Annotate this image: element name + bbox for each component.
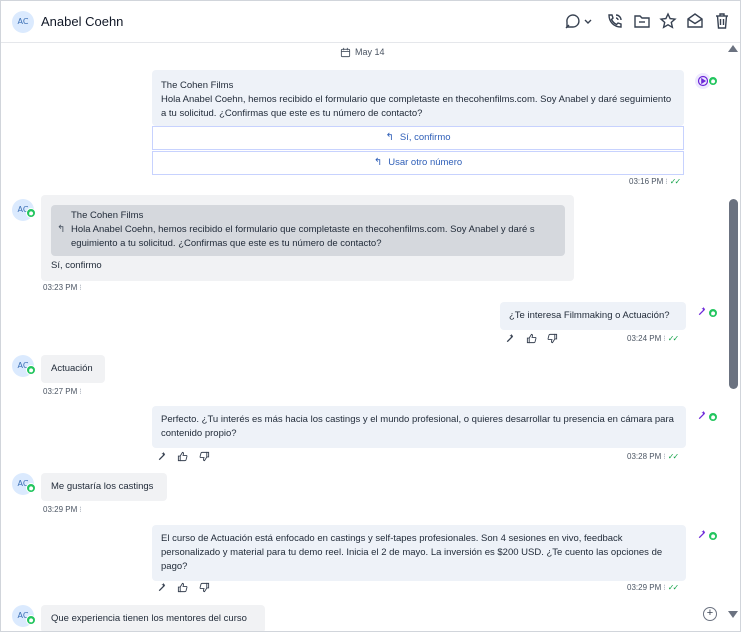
whatsapp-icon xyxy=(708,412,718,422)
separator-dot: ⁝ xyxy=(663,452,666,461)
folder-icon[interactable] xyxy=(632,11,652,31)
contact-name[interactable]: Anabel Coehn xyxy=(41,14,123,29)
thumbs-down-icon[interactable] xyxy=(199,451,210,462)
separator-dot: ⁝ xyxy=(665,177,668,186)
quoted-sender: The Cohen Films xyxy=(71,210,144,221)
message-text: Perfecto. ¿Tu interés es más hacia los c… xyxy=(161,414,674,439)
outgoing-message: El curso de Actuación está enfocado en c… xyxy=(152,525,686,581)
message-timestamp: 03:24 PM ⁝ ✓✓ xyxy=(627,334,679,343)
add-circle-icon[interactable]: + xyxy=(703,607,717,621)
message-sender: The Cohen Films xyxy=(161,80,234,91)
message-timestamp: 03:23 PM ⁝ xyxy=(43,283,84,292)
message-text: Actuación xyxy=(51,363,93,374)
read-checkmarks-icon: ✓✓ xyxy=(667,334,679,343)
reply-arrow-icon: ↰ xyxy=(385,132,394,143)
time-text: 03:29 PM xyxy=(627,583,662,592)
separator-dot: ⁝ xyxy=(663,583,666,592)
whatsapp-icon xyxy=(708,531,718,541)
thumbs-down-icon[interactable] xyxy=(547,333,558,344)
message-text: Que experiencia tienen los mentores del … xyxy=(51,613,247,624)
time-text: 03:24 PM xyxy=(627,334,662,343)
bot-sparkle-icon xyxy=(696,529,707,540)
message-timestamp: 03:28 PM ⁝ ✓✓ xyxy=(627,452,679,461)
incoming-message: Que experiencia tienen los mentores del … xyxy=(41,605,265,631)
bot-sparkle-icon xyxy=(696,306,707,317)
conversation-window: AC Anabel Coehn May 14 The Cohen Films H… xyxy=(0,0,741,632)
chevron-down-icon[interactable] xyxy=(583,11,593,31)
message-text: El curso de Actuación está enfocado en c… xyxy=(161,533,663,572)
time-text: 03:29 PM xyxy=(43,505,78,514)
message-timestamp: 03:27 PM ⁝ xyxy=(43,387,84,396)
quick-reply-button-confirm[interactable]: ↰ Sí, confirmo xyxy=(152,126,684,150)
thumbs-up-icon[interactable] xyxy=(526,333,537,344)
whatsapp-icon xyxy=(26,208,36,218)
contact-avatar[interactable]: AC xyxy=(12,11,34,33)
phone-call-icon[interactable] xyxy=(605,11,625,31)
date-separator: May 14 xyxy=(334,43,391,61)
time-text: 03:27 PM xyxy=(43,387,78,396)
message-text: Hola Anabel Coehn, hemos recibido el for… xyxy=(161,94,672,119)
star-icon[interactable] xyxy=(658,11,678,31)
conversation-header: AC Anabel Coehn xyxy=(1,1,740,43)
bot-sparkle-icon xyxy=(696,410,707,421)
date-label: May 14 xyxy=(355,47,385,57)
ai-sparkle-icon[interactable] xyxy=(156,582,167,593)
scroll-down-arrow-icon[interactable] xyxy=(728,611,738,618)
reply-arrow-icon: ↰ xyxy=(373,157,383,168)
thumbs-up-icon[interactable] xyxy=(177,451,188,462)
time-text: 03:16 PM xyxy=(629,177,664,186)
quick-reply-button-other-number[interactable]: ↰ Usar otro número xyxy=(152,151,684,175)
separator-dot: ⁝ xyxy=(79,505,82,514)
message-timestamp: 03:29 PM ⁝ xyxy=(43,505,84,514)
whatsapp-icon xyxy=(26,365,36,375)
outgoing-message: The Cohen Films Hola Anabel Coehn, hemos… xyxy=(152,70,684,126)
quoted-message[interactable]: ↰ The Cohen Films Hola Anabel Coehn, hem… xyxy=(51,205,565,256)
message-timestamp: 03:16 PM ⁝ ✓✓ xyxy=(629,177,681,186)
ai-sparkle-icon[interactable] xyxy=(504,333,515,344)
message-text: ¿Te interesa Filmmaking o Actuación? xyxy=(509,310,670,321)
whatsapp-icon xyxy=(26,483,36,493)
message-list[interactable]: May 14 The Cohen Films Hola Anabel Coehn… xyxy=(1,43,727,631)
outgoing-message: Perfecto. ¿Tu interés es más hacia los c… xyxy=(152,406,686,448)
whatsapp-icon xyxy=(708,76,718,86)
thumbs-up-icon[interactable] xyxy=(177,582,188,593)
scroll-up-arrow-icon[interactable] xyxy=(728,45,738,52)
scrollbar-thumb[interactable] xyxy=(729,199,738,389)
whatsapp-icon xyxy=(26,615,36,625)
assign-icon[interactable] xyxy=(563,11,583,31)
incoming-message: Me gustaría los castings xyxy=(41,473,167,501)
trash-icon[interactable] xyxy=(712,11,732,31)
quick-reply-label: Sí, confirmo xyxy=(399,132,451,143)
time-text: 03:23 PM xyxy=(43,283,78,292)
message-text: Me gustaría los castings xyxy=(51,481,154,492)
read-checkmarks-icon: ✓✓ xyxy=(667,452,679,461)
mail-open-icon[interactable] xyxy=(685,11,705,31)
outgoing-message: ¿Te interesa Filmmaking o Actuación? xyxy=(500,302,686,330)
message-timestamp: 03:29 PM ⁝ ✓✓ xyxy=(627,583,679,592)
read-checkmarks-icon: ✓✓ xyxy=(669,177,681,186)
read-checkmarks-icon: ✓✓ xyxy=(667,583,679,592)
quoted-text: Hola Anabel Coehn, hemos recibido el for… xyxy=(71,224,535,249)
thumbs-down-icon[interactable] xyxy=(199,582,210,593)
reply-arrow-icon: ↰ xyxy=(57,224,66,235)
quick-reply-label: Usar otro número xyxy=(388,157,463,168)
ai-sparkle-icon[interactable] xyxy=(156,451,167,462)
message-text: Sí, confirmo xyxy=(51,260,102,271)
time-text: 03:28 PM xyxy=(627,452,662,461)
separator-dot: ⁝ xyxy=(79,387,82,396)
incoming-message: Actuación xyxy=(41,355,105,383)
whatsapp-icon xyxy=(708,308,718,318)
separator-dot: ⁝ xyxy=(79,283,82,292)
separator-dot: ⁝ xyxy=(663,334,666,343)
calendar-icon xyxy=(340,47,351,58)
